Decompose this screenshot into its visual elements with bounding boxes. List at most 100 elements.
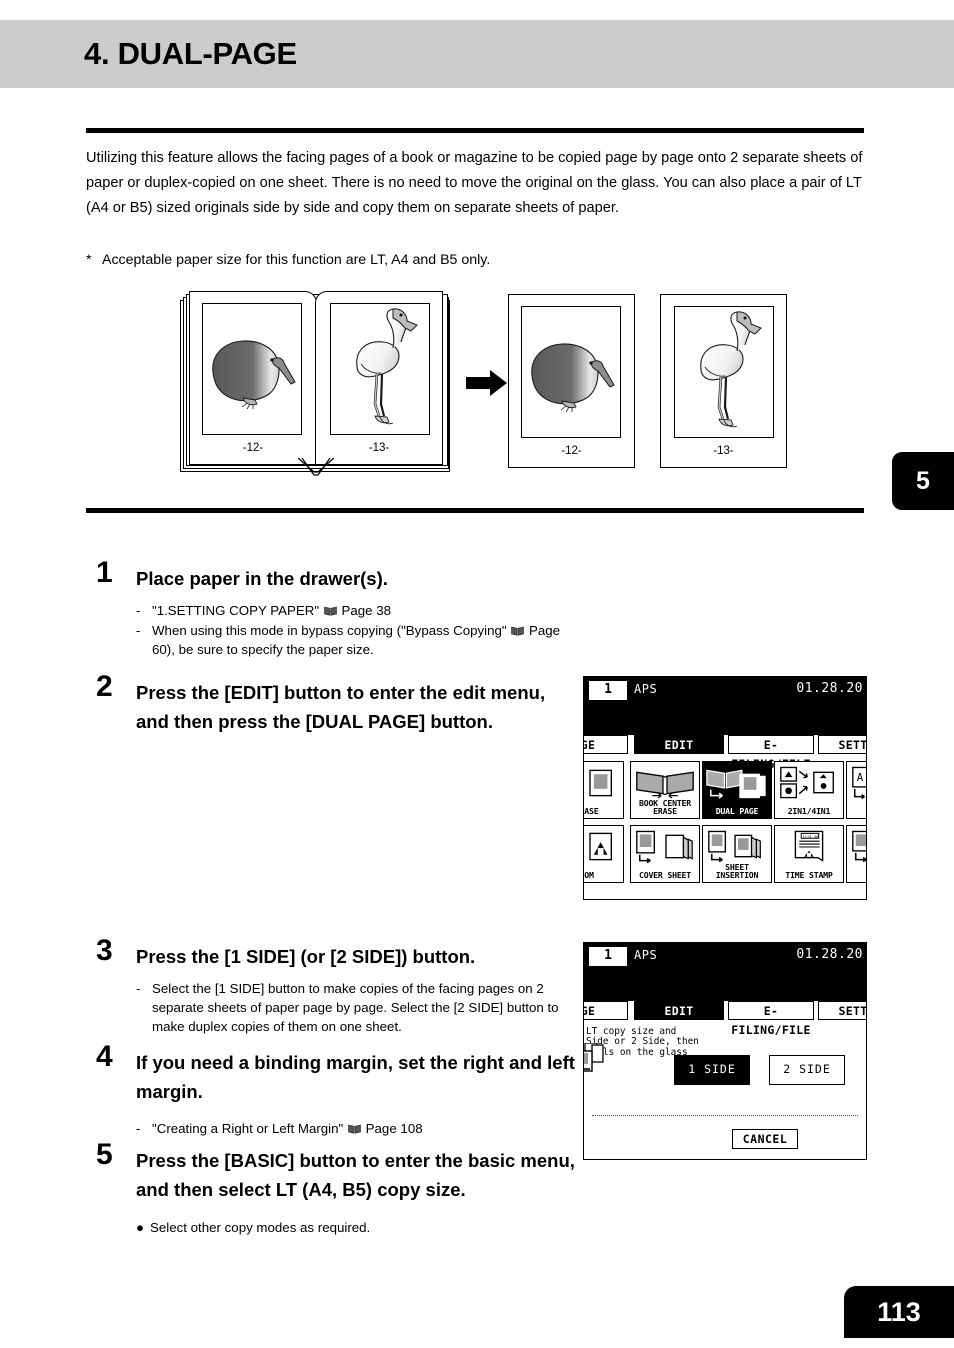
- step-1: 1 Place paper in the drawer(s). - "1.SET…: [96, 558, 576, 660]
- step-1-title: Place paper in the drawer(s).: [136, 568, 388, 589]
- lcd-button-book-center-erase[interactable]: BOOK CENTER ERASE: [630, 761, 700, 819]
- lcd-button-edge-erase[interactable]: RASE: [584, 761, 624, 819]
- bullet-marker: -: [136, 603, 141, 618]
- step-4-bullet-1: - "Creating a Right or Left Margin" Page…: [136, 1119, 576, 1138]
- svg-text:1274 50: 1274 50: [802, 834, 819, 839]
- lcd-button-2in1-4in1[interactable]: 2IN1/4IN1: [774, 761, 844, 819]
- open-book-graphic: -12- -13-: [178, 290, 450, 476]
- bullet-marker: -: [136, 623, 141, 638]
- lcd-footer-divider: [592, 1115, 858, 1116]
- lcd-date: 01.28.20: [796, 947, 863, 962]
- lcd-button-label: DUAL PAGE: [715, 806, 759, 817]
- lcd-tab-settings[interactable]: SETT: [818, 1001, 866, 1020]
- page-number-tab: 113: [844, 1286, 954, 1338]
- lcd-button-cover-sheet[interactable]: COVER SHEET: [630, 825, 700, 883]
- step-2: 2 Press the [EDIT] button to enter the e…: [96, 672, 576, 736]
- lcd-button-2-side[interactable]: 2 SIDE: [769, 1055, 845, 1085]
- step-2-title: Press the [EDIT] button to enter the edi…: [136, 682, 546, 732]
- lcd-button-1-side[interactable]: 1 SIDE: [674, 1055, 750, 1085]
- step-3-title: Press the [1 SIDE] (or [2 SIDE]) button.: [136, 946, 476, 967]
- lcd-button-page-number[interactable]: PAGE: [846, 825, 866, 883]
- sheet-insertion-icon: [708, 830, 761, 863]
- step-3-body: - Select the [1 SIDE] button to make cop…: [136, 979, 576, 1036]
- page-title: 4. DUAL-PAGE: [84, 36, 297, 71]
- magazine-sort-icon: A: [852, 766, 866, 800]
- lcd-status-bar: 1 APS 01.28.20: [584, 677, 866, 735]
- step-4-body: - "Creating a Right or Left Margin" Page…: [136, 1119, 576, 1138]
- note-text: Acceptable paper size for this function …: [102, 252, 491, 268]
- lcd-tab-efiling-file[interactable]: E-FILING/FILE: [728, 735, 814, 771]
- book-reference-icon: [511, 626, 525, 636]
- output-sheet-left-frame: [521, 306, 621, 438]
- right-arrow-icon: [466, 370, 507, 396]
- lcd-button-label: PAGE: [847, 871, 866, 880]
- edge-erase-icon: [589, 769, 613, 797]
- svg-text:A: A: [857, 771, 864, 784]
- divider-top: [86, 128, 864, 133]
- lcd-tab-image[interactable]: GE: [584, 1001, 628, 1020]
- step-1-body: - "1.SETTING COPY PAPER" Page 38 - When …: [136, 601, 576, 659]
- output-sheet-right-frame: [674, 306, 774, 438]
- book-right-page-frame: [330, 303, 430, 435]
- output-sheet-right-number: -13-: [713, 445, 734, 457]
- lcd-button-label: NAGA: [847, 807, 866, 816]
- lcd-tab-row: GE EDIT E-FILING/FILE SETT: [584, 1001, 866, 1037]
- book-right-page: -13-: [315, 291, 443, 465]
- lcd-edit-menu-panel: 1 APS 01.28.20 GE EDIT E-FILING/FILE SET…: [583, 676, 867, 900]
- step-4-number: 4: [96, 1040, 113, 1073]
- lcd-copy-count: 1: [589, 947, 627, 966]
- image-shift-icon: [589, 832, 613, 861]
- lcd-copy-count: 1: [589, 681, 627, 700]
- lcd-tab-edit[interactable]: EDIT: [634, 1001, 724, 1020]
- lcd-date: 01.28.20: [796, 681, 863, 696]
- step-3-number: 3: [96, 934, 113, 967]
- page-number-icon: [852, 830, 866, 863]
- 2in1-4in1-icon: [780, 766, 834, 799]
- lcd-button-sheet-insertion[interactable]: SHEET INSERTION: [702, 825, 772, 883]
- bullet-marker: -: [136, 1121, 141, 1136]
- step-5-bullet-1: ● Select other copy modes as required.: [136, 1218, 576, 1237]
- bullet-text-before: "Creating a Right or Left Margin": [152, 1121, 344, 1136]
- lcd-button-image-shift[interactable]: OM: [584, 825, 624, 883]
- output-sheet-left: -12-: [508, 294, 635, 468]
- step-4: 4 If you need a binding margin, set the …: [96, 1042, 576, 1139]
- flamingo-bird-image: [356, 308, 418, 425]
- book-center-erase-icon: [636, 771, 694, 799]
- lcd-tab-row: GE EDIT E-FILING/FILE SETT: [584, 735, 866, 771]
- lcd-tab-edit[interactable]: EDIT: [634, 735, 724, 754]
- step-3: 3 Press the [1 SIDE] (or [2 SIDE]) butto…: [96, 936, 576, 1037]
- lcd-button-label: BOOK CENTER ERASE: [638, 797, 692, 817]
- step-2-number: 2: [96, 670, 113, 703]
- flamingo-bird-image-copy: [700, 311, 762, 428]
- lcd-paper-mode: APS: [634, 682, 658, 696]
- bullet-text-after: Page 38: [341, 603, 392, 618]
- step-5-title: Press the [BASIC] button to enter the ba…: [136, 1150, 575, 1200]
- dual-page-icon: [706, 769, 766, 799]
- lcd-tab-image[interactable]: GE: [584, 735, 628, 754]
- lcd-button-magazine-sort[interactable]: A NAGA: [846, 761, 866, 819]
- bullet-text-before: "1.SETTING COPY PAPER": [152, 603, 320, 618]
- output-sheet-right: -13-: [660, 294, 787, 468]
- step-4-title: If you need a binding margin, set the ri…: [136, 1052, 575, 1102]
- lcd-button-dual-page[interactable]: DUAL PAGE: [702, 761, 772, 819]
- book-left-page: -12-: [189, 291, 317, 465]
- lcd-tab-settings[interactable]: SETT: [818, 735, 866, 754]
- output-sheet-left-number: -12-: [561, 445, 582, 457]
- book-right-page-number: -13-: [368, 442, 390, 454]
- lcd-dual-page-panel: 1 APS 01.28.20 GE EDIT E-FILING/FILE SET…: [583, 942, 867, 1160]
- lcd-button-cancel[interactable]: CANCEL: [732, 1129, 798, 1149]
- lcd-button-label: TIME STAMP: [785, 870, 833, 881]
- book-reference-icon: [348, 1124, 361, 1134]
- bullet-marker: ●: [136, 1220, 145, 1235]
- chapter-side-tab: 5: [892, 452, 954, 510]
- bullet-marker: -: [136, 981, 141, 996]
- step-5-number: 5: [96, 1138, 113, 1171]
- step-1-number: 1: [96, 556, 113, 589]
- lcd-tab-efiling-file[interactable]: E-FILING/FILE: [728, 1001, 814, 1037]
- lcd-button-label: RASE: [584, 806, 599, 817]
- dual-page-thumbnail-icon: [584, 1043, 604, 1072]
- lcd-button-label: SHEET INSERTION: [715, 861, 759, 881]
- bullet-text-after: Page 108: [365, 1121, 423, 1136]
- lcd-button-time-stamp[interactable]: 1274 50 TIME STAMP: [774, 825, 844, 883]
- note-marker: *: [86, 252, 92, 268]
